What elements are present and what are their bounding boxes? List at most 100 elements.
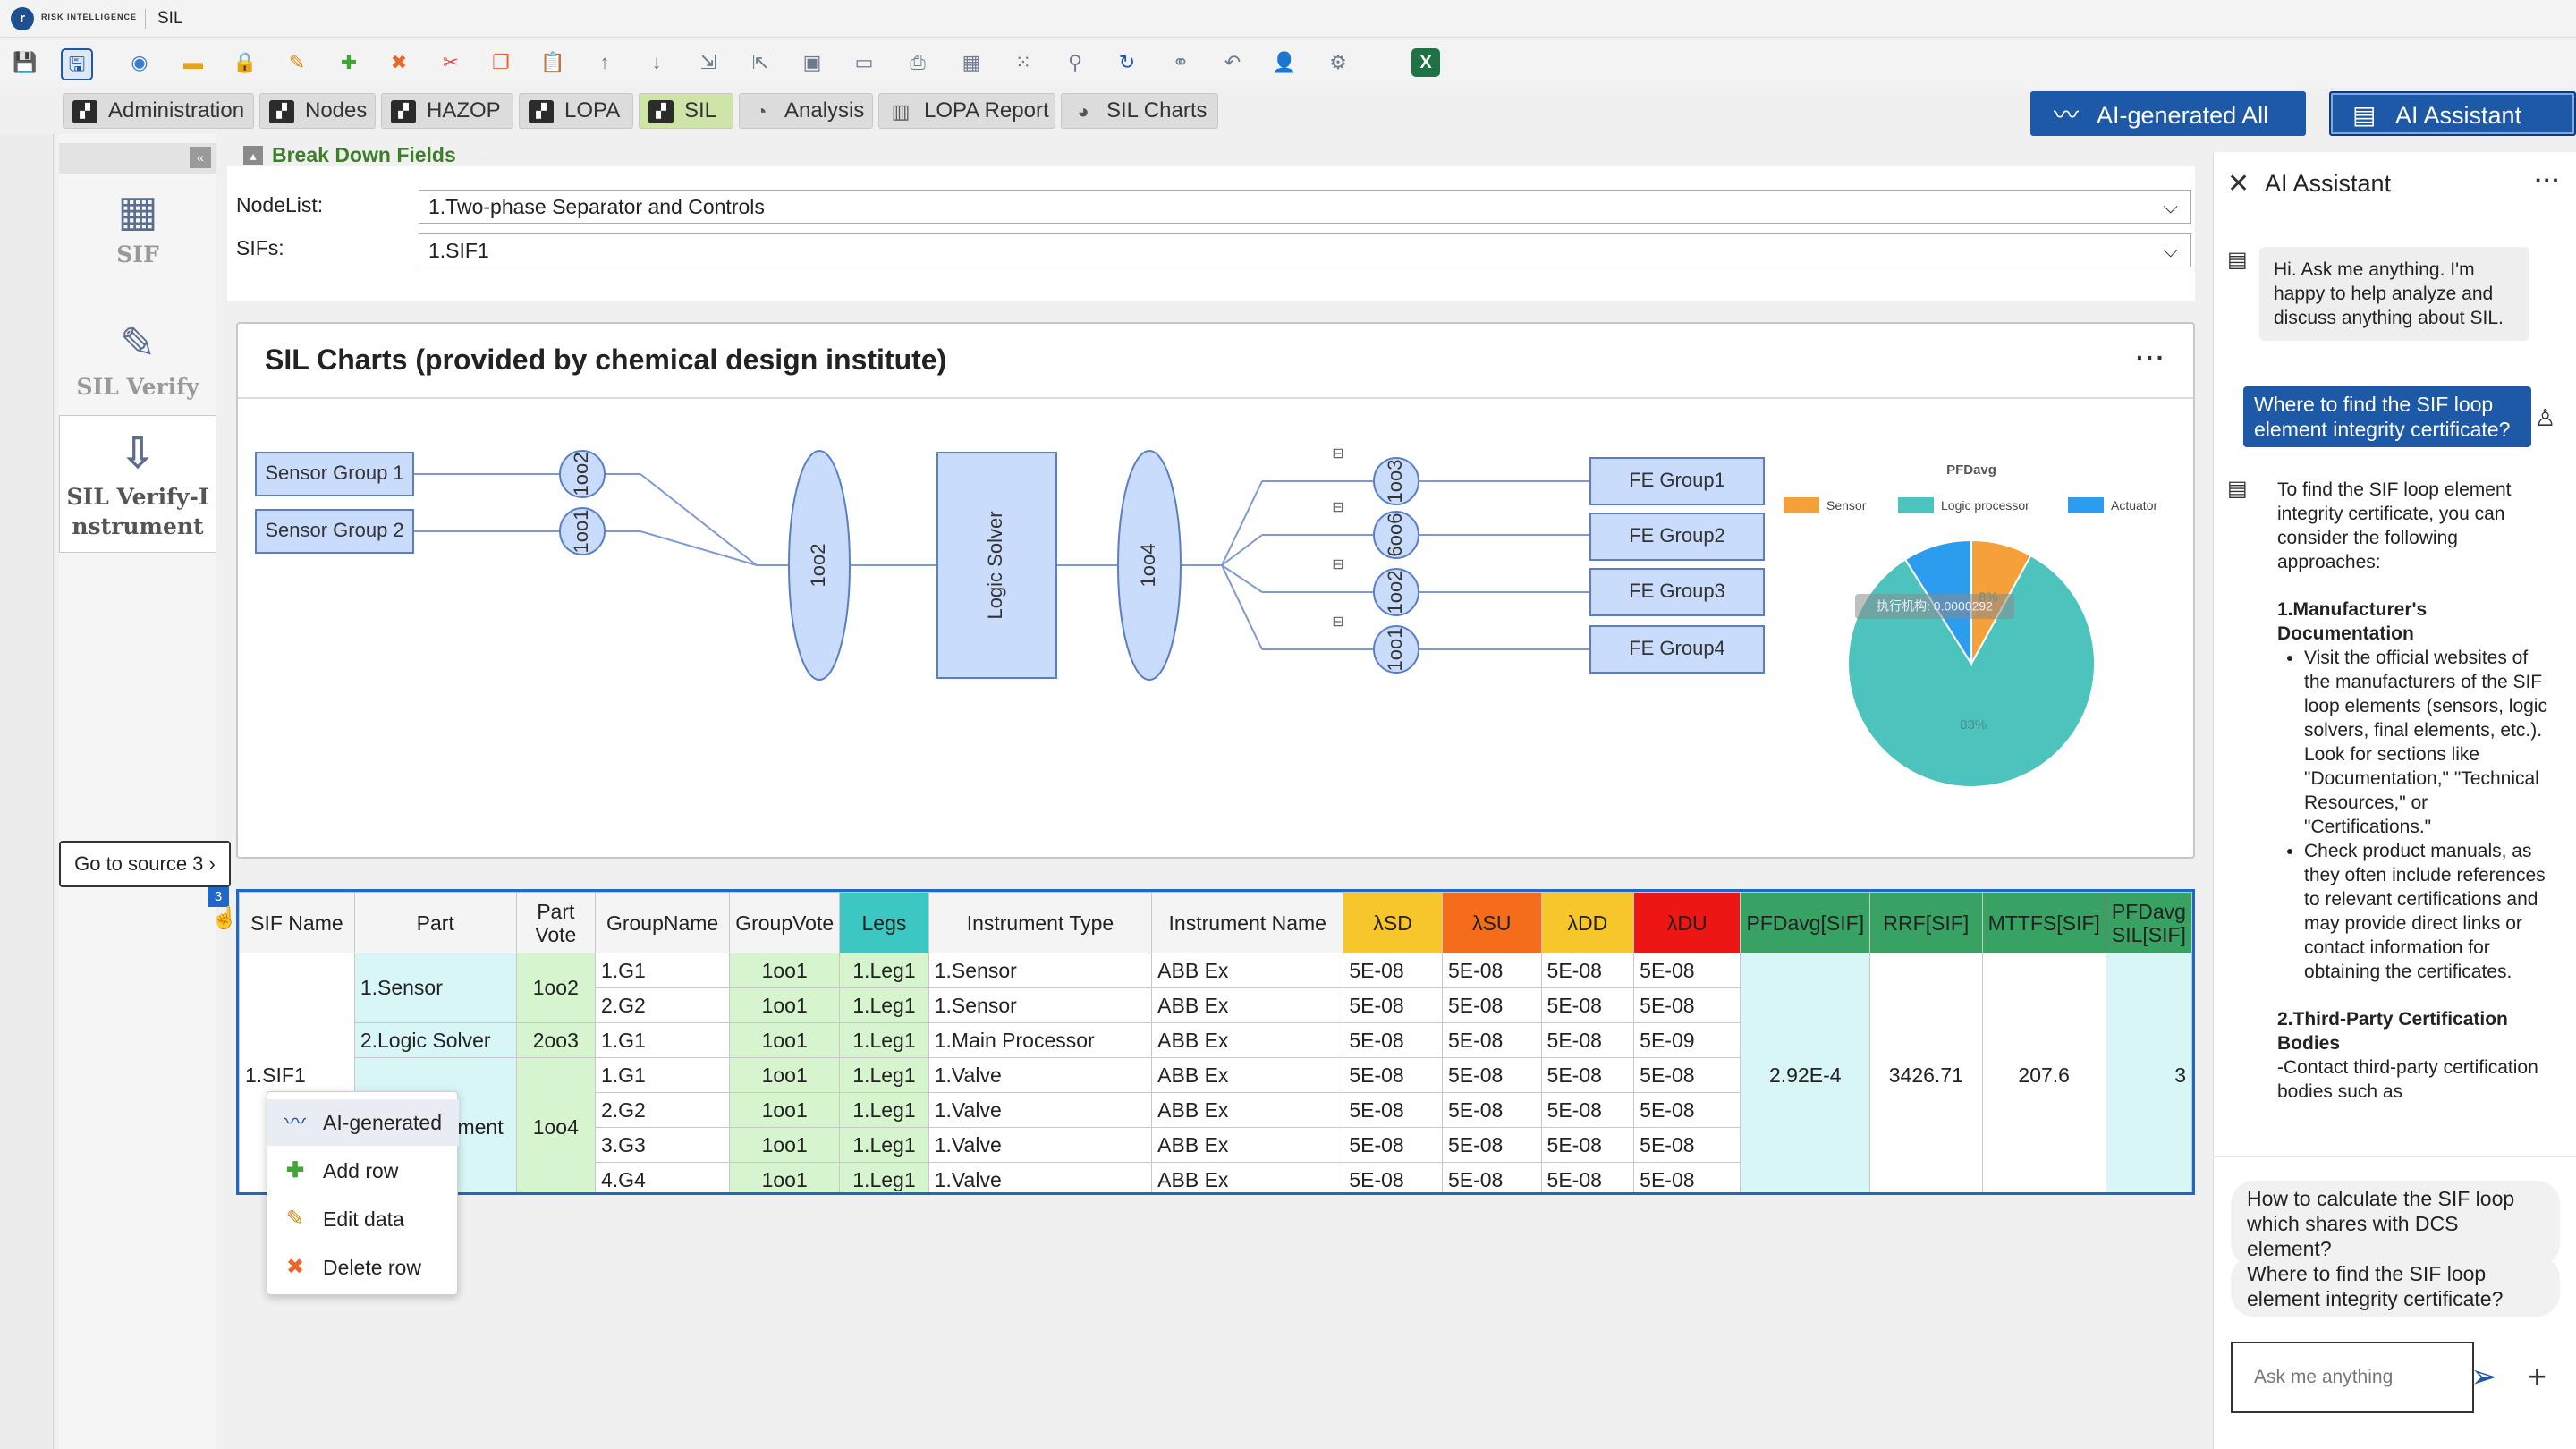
table-cell[interactable]: 5E-08 xyxy=(1540,1057,1635,1093)
arrow-down-icon[interactable]: ↓ xyxy=(642,48,671,77)
menu-item-ai-generated[interactable]: 〰 AI-generated xyxy=(267,1099,459,1146)
calculate-icon[interactable]: ▦ xyxy=(957,48,986,77)
sync-icon[interactable]: ↻ xyxy=(1113,48,1141,77)
table-cell[interactable]: 1.Leg1 xyxy=(839,1022,929,1058)
save-icon[interactable]: 💾 xyxy=(11,48,39,77)
column-header[interactable]: Legs xyxy=(839,892,929,953)
collapse-panel-button[interactable]: « xyxy=(190,147,211,168)
table-row[interactable]: 1.SIF1 1.Sensor 1oo2 1.G1 1oo1 1.Leg1 1.Sensor… xyxy=(239,953,2192,1192)
nav-item-sil-verify-instrument[interactable]: ⇩ SIL Verify-I nstrument xyxy=(59,415,216,553)
collapse-toggle-icon[interactable]: ⊟ xyxy=(1332,557,1343,572)
column-header[interactable]: λSD xyxy=(1343,892,1443,953)
table-cell[interactable]: ABB Ex xyxy=(1151,953,1344,988)
part-vote-cell[interactable]: 1oo2 xyxy=(515,953,596,1023)
table-cell[interactable]: 1.Valve xyxy=(928,1127,1153,1163)
tab-analysis[interactable]: ◔ Analysis xyxy=(739,93,873,129)
table-cell[interactable]: 1.Valve xyxy=(928,1162,1153,1192)
table-cell[interactable]: 2.G2 xyxy=(594,1092,731,1128)
table-cell[interactable]: 1oo1 xyxy=(729,953,841,988)
nav-item-sif[interactable]: ▦ SIF xyxy=(59,186,216,275)
table-cell[interactable]: 1oo1 xyxy=(729,1127,841,1163)
tab-administration[interactable]: ▞ Administration xyxy=(63,93,254,129)
table-cell[interactable]: 5E-08 xyxy=(1441,1092,1542,1128)
table-cell[interactable]: 1oo1 xyxy=(729,1092,841,1128)
folder-icon[interactable]: ▬ xyxy=(179,48,208,77)
nodelist-select[interactable]: 1.Two-phase Separator and Controls ⌵ xyxy=(419,190,2191,224)
settings-icon[interactable]: ⚙ xyxy=(1324,48,1352,77)
tab-sil[interactable]: ▞ SIL xyxy=(639,93,733,129)
sil-cell[interactable]: 3 xyxy=(2105,953,2192,1192)
more-options-icon[interactable]: ··· xyxy=(2535,166,2561,194)
collapse-toggle-icon[interactable]: ⊟ xyxy=(1332,500,1343,515)
table-cell[interactable]: 5E-08 xyxy=(1633,1057,1741,1093)
column-header[interactable]: Instrument Name xyxy=(1151,892,1344,953)
copy-icon[interactable]: ❐ xyxy=(487,48,515,77)
table-cell[interactable]: 5E-08 xyxy=(1540,1162,1635,1192)
column-header[interactable]: MTTFS[SIF] xyxy=(1981,892,2106,953)
table-cell[interactable]: 1.Leg1 xyxy=(839,987,929,1023)
ask-input[interactable]: Ask me anything xyxy=(2231,1342,2474,1413)
menu-item-edit-data[interactable]: ✎ Edit data xyxy=(267,1196,459,1242)
color-icon[interactable]: ⁙ xyxy=(1009,48,1038,77)
table-cell[interactable]: 5E-08 xyxy=(1540,953,1635,988)
table-cell[interactable]: 1.Leg1 xyxy=(839,953,929,988)
table-cell[interactable]: 5E-08 xyxy=(1441,987,1542,1023)
column-header[interactable]: GroupName xyxy=(594,892,731,953)
export-icon[interactable]: ⇱ xyxy=(746,48,775,77)
column-header[interactable]: SIF Name xyxy=(239,892,355,953)
link-icon[interactable]: ⚭ xyxy=(1166,48,1195,77)
tab-hazop[interactable]: ▞ HAZOP xyxy=(381,93,513,129)
delete-icon[interactable]: ✖ xyxy=(385,48,413,77)
suggestion-chip[interactable]: Where to find the SIF loop element integ… xyxy=(2231,1256,2560,1317)
column-header[interactable]: GroupVote xyxy=(729,892,841,953)
cut-icon[interactable]: ✂ xyxy=(436,48,465,77)
table-cell[interactable]: 5E-08 xyxy=(1540,987,1635,1023)
table-cell[interactable]: 1oo1 xyxy=(729,1162,841,1192)
rrf-cell[interactable]: 3426.71 xyxy=(1869,953,1983,1192)
table-cell[interactable]: 1.Valve xyxy=(928,1092,1153,1128)
send-icon[interactable]: ➢ xyxy=(2470,1358,2497,1395)
table-cell[interactable]: 1oo1 xyxy=(729,987,841,1023)
column-header[interactable]: Part Vote xyxy=(515,892,596,953)
column-header[interactable]: PFDavg[SIF] xyxy=(1740,892,1871,953)
column-header[interactable]: λDD xyxy=(1540,892,1635,953)
table-cell[interactable]: 5E-08 xyxy=(1441,953,1542,988)
edit-icon[interactable]: ✎ xyxy=(283,48,311,77)
table-cell[interactable]: ABB Ex xyxy=(1151,1162,1344,1192)
menu-item-delete-row[interactable]: ✖ Delete row xyxy=(267,1244,459,1291)
table-cell[interactable]: 5E-08 xyxy=(1540,1022,1635,1058)
table-cell[interactable]: ABB Ex xyxy=(1151,1092,1344,1128)
tab-lopa[interactable]: ▞ LOPA xyxy=(519,93,633,129)
table-cell[interactable]: 1.Sensor xyxy=(928,987,1153,1023)
column-header[interactable]: PFDavg SIL[SIF] xyxy=(2105,892,2192,953)
table-cell[interactable]: 5E-08 xyxy=(1633,1127,1741,1163)
table-cell[interactable]: 5E-08 xyxy=(1441,1022,1542,1058)
ai-assistant-button[interactable]: ▤ AI Assistant xyxy=(2329,91,2576,136)
table-cell[interactable]: 5E-08 xyxy=(1441,1127,1542,1163)
ai-generated-all-button[interactable]: 〰 AI-generated All xyxy=(2030,91,2306,136)
table-cell[interactable]: 1.G1 xyxy=(594,953,731,988)
table-cell[interactable]: ABB Ex xyxy=(1151,987,1344,1023)
column-header[interactable]: Part xyxy=(353,892,517,953)
part-cell[interactable]: 2.Logic Solver xyxy=(353,1022,517,1058)
table-cell[interactable]: 5E-09 xyxy=(1633,1022,1741,1058)
pfdavg-cell[interactable]: 2.92E-4 xyxy=(1740,953,1871,1192)
column-header[interactable]: λDU xyxy=(1633,892,1741,953)
table-cell[interactable]: 1oo1 xyxy=(729,1022,841,1058)
table-cell[interactable]: 1.Leg1 xyxy=(839,1127,929,1163)
table-cell[interactable]: 5E-08 xyxy=(1633,1162,1741,1192)
collapse-toggle-icon[interactable]: ⊟ xyxy=(1332,614,1343,630)
table-cell[interactable]: 1.Main Processor xyxy=(928,1022,1153,1058)
tab-nodes[interactable]: ▞ Nodes xyxy=(259,93,376,129)
column-header[interactable]: Instrument Type xyxy=(928,892,1153,953)
table-cell[interactable]: 5E-08 xyxy=(1343,1162,1443,1192)
column-header[interactable]: λSU xyxy=(1441,892,1542,953)
tab-sil-charts[interactable]: ◕ SIL Charts xyxy=(1061,93,1218,129)
user-icon[interactable]: 👤 xyxy=(1270,48,1299,77)
table-cell[interactable]: 5E-08 xyxy=(1343,987,1443,1023)
table-cell[interactable]: 1.G1 xyxy=(594,1022,731,1058)
table-cell[interactable]: 3.G3 xyxy=(594,1127,731,1163)
table-cell[interactable]: ABB Ex xyxy=(1151,1057,1344,1093)
tab-lopa-report[interactable]: ▥ LOPA Report xyxy=(878,93,1055,129)
part-vote-cell[interactable]: 2oo3 xyxy=(515,1022,596,1058)
